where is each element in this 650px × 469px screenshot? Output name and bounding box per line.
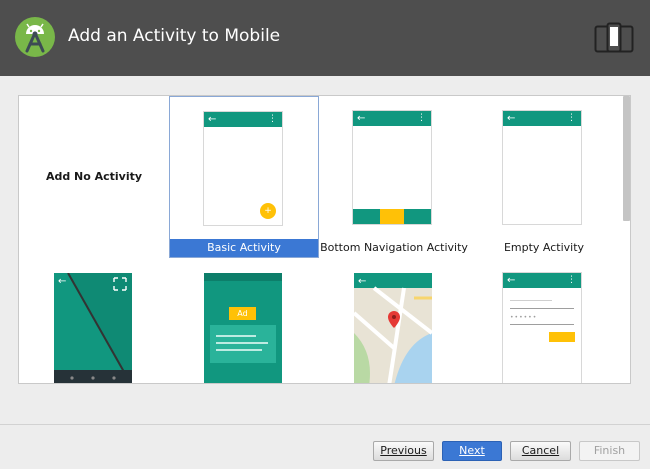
tablet-phone-icon [594, 22, 634, 53]
back-arrow-icon: ← [507, 113, 516, 124]
previous-button-label: Previous [380, 444, 427, 457]
ad-content-card [210, 325, 276, 363]
activity-tile-bottom-navigation[interactable]: ← ⋮ Bottom Navigation Activity [319, 96, 469, 258]
back-arrow-icon: ← [358, 276, 366, 287]
password-field-underline [510, 324, 574, 325]
activity-tile-login-activity[interactable]: ← ⋮ •••••• [469, 258, 619, 383]
ad-badge: Ad [229, 307, 256, 320]
activity-tile-fullscreen-activity[interactable]: ← [19, 258, 169, 383]
google-maps-activity-preview: ← [354, 273, 432, 383]
app-bar: ← ⋮ [503, 273, 581, 288]
empty-activity-preview: ← ⋮ [503, 111, 581, 224]
admob-activity-preview: Ad [204, 273, 282, 383]
email-field-line [510, 300, 552, 301]
back-arrow-icon: ← [208, 114, 217, 125]
basic-activity-preview: ← ⋮ + [204, 112, 282, 225]
password-field-dots: •••••• [510, 314, 538, 321]
next-button-label: Next [459, 444, 485, 457]
back-arrow-icon: ← [58, 276, 66, 287]
back-arrow-icon: ← [507, 275, 516, 286]
cancel-button-label: Cancel [521, 444, 560, 457]
previous-button[interactable]: Previous [373, 441, 434, 461]
activity-tile-empty-activity[interactable]: ← ⋮ Empty Activity [469, 96, 619, 258]
fab-icon: + [260, 203, 276, 219]
app-bar: ← ⋮ [204, 112, 282, 127]
app-bar: ← ⋮ [503, 111, 581, 126]
app-bar: ← ⋮ [353, 111, 431, 126]
overflow-menu-icon: ⋮ [268, 114, 277, 124]
activity-label: Bottom Navigation Activity [320, 241, 468, 254]
android-studio-logo-icon [15, 17, 55, 57]
footer-divider [0, 424, 650, 425]
bottom-navigation-bar [353, 209, 431, 224]
sign-in-button-preview [549, 332, 575, 342]
next-button[interactable]: Next [442, 441, 502, 461]
activity-label: Add No Activity [45, 170, 143, 183]
dialog-title: Add an Activity to Mobile [68, 26, 281, 46]
gallery-scrollbar[interactable] [623, 96, 630, 221]
activity-tile-add-no-activity[interactable]: Add No Activity [19, 96, 169, 258]
activity-tile-admob-ads[interactable]: Ad [169, 258, 319, 383]
bottom-navigation-preview: ← ⋮ [353, 111, 431, 224]
activity-tile-basic-activity[interactable]: ← ⋮ + Basic Activity [169, 96, 319, 258]
activity-gallery: Add No Activity ← ⋮ + Basic Activity ← ⋮… [18, 95, 631, 384]
activity-tile-google-maps[interactable]: ← [319, 258, 469, 383]
dialog-header: Add an Activity to Mobile [0, 0, 650, 76]
finish-button-label: Finish [593, 444, 626, 457]
back-arrow-icon: ← [357, 113, 366, 124]
overflow-menu-icon: ⋮ [567, 275, 576, 285]
overflow-menu-icon: ⋮ [417, 113, 426, 123]
cancel-button[interactable]: Cancel [510, 441, 571, 461]
activity-label: Empty Activity [503, 241, 585, 254]
fullscreen-activity-preview: ← [54, 273, 132, 383]
activity-label: Basic Activity [170, 239, 318, 257]
admob-top-bar [204, 273, 282, 281]
login-activity-preview: ← ⋮ •••••• [503, 273, 581, 383]
overflow-menu-icon: ⋮ [567, 113, 576, 123]
bottom-navigation-selected-item [380, 209, 404, 224]
finish-button[interactable]: Finish [579, 441, 640, 461]
email-field-underline [510, 308, 574, 309]
